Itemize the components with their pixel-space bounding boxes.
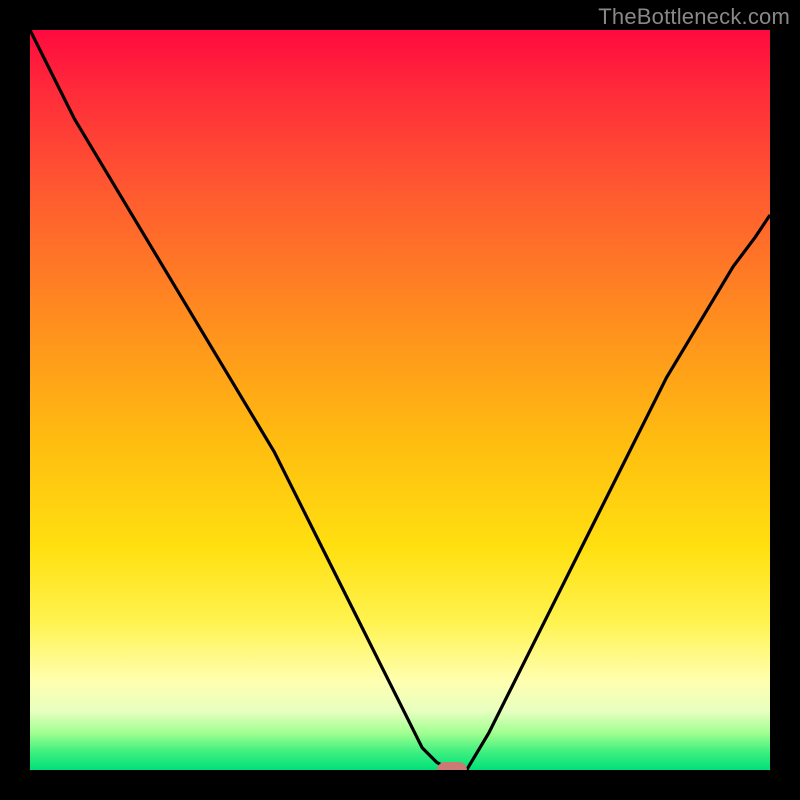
- chart-frame: TheBottleneck.com: [0, 0, 800, 800]
- plot-area: [30, 30, 770, 770]
- watermark-text: TheBottleneck.com: [598, 4, 790, 30]
- curve-left-branch: [30, 30, 467, 770]
- bottleneck-curve: [30, 30, 770, 770]
- curve-right-branch: [467, 215, 770, 770]
- optimal-point-marker: [437, 762, 467, 770]
